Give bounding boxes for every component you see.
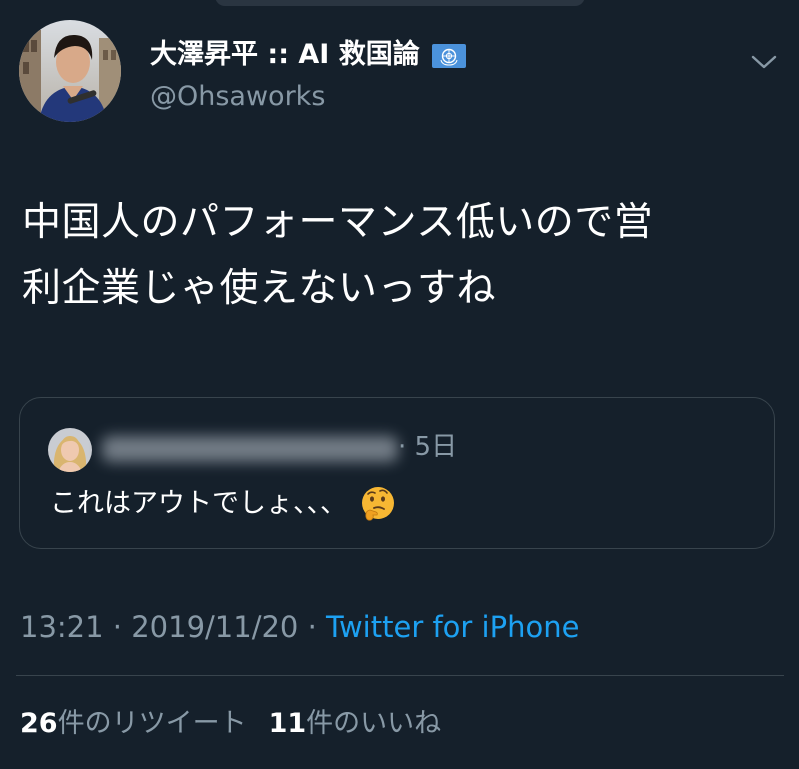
retweets-count: 26 <box>20 708 58 739</box>
meta-separator: · <box>103 610 132 644</box>
meta-separator: · <box>298 610 327 644</box>
quoted-tweet-text: これはアウトでしょ、、、 <box>50 484 397 524</box>
retweets-stat[interactable]: 26件のリツイート <box>20 708 247 739</box>
tweet-stats: 26件のリツイート 11件のいいね <box>20 706 441 742</box>
united-nations-flag-icon <box>431 43 466 68</box>
quoted-tweet-text-content: これはアウトでしょ、、、 <box>50 488 347 519</box>
author-avatar[interactable] <box>19 20 121 122</box>
likes-stat[interactable]: 11件のいいね <box>269 708 442 739</box>
chevron-down-icon[interactable] <box>749 52 779 72</box>
tweet-source-link[interactable]: Twitter for iPhone <box>326 610 579 644</box>
tweet-text-line-1: 中国人のパフォーマンス低いので営 <box>22 200 654 245</box>
thinking-face-emoji-icon <box>359 485 397 523</box>
likes-label: 件のいいね <box>306 708 442 739</box>
tweet-date: 2019/11/20 <box>131 610 299 644</box>
quoted-author-avatar[interactable] <box>48 428 92 472</box>
tweet-text: 中国人のパフォーマンス低いので営 利企業じゃ使えないっすね <box>22 190 782 322</box>
tweet-metadata: 13:21 · 2019/11/20 · Twitter for iPhone <box>20 609 579 645</box>
divider <box>16 675 784 676</box>
tweet-detail: 大澤昇平 :: AI 救国論 @Ohsaworks 中国人のパフォーマンス低いの… <box>0 0 799 769</box>
author-handle[interactable]: @Ohsaworks <box>150 80 325 114</box>
quoted-author-name-redacted <box>102 436 398 462</box>
quoted-tweet-time: · 5日 <box>398 432 458 462</box>
author-name-text: 大澤昇平 :: AI 救国論 <box>150 39 420 70</box>
tweet-time: 13:21 <box>20 610 104 644</box>
likes-count: 11 <box>268 708 307 739</box>
tweet-text-line-2: 利企業じゃ使えないっすね <box>22 266 497 311</box>
retweets-label: 件のリツイート <box>57 708 247 739</box>
author-display-name[interactable]: 大澤昇平 :: AI 救国論 <box>150 38 466 72</box>
quoted-tweet-card[interactable]: · 5日 これはアウトでしょ、、、 <box>19 397 775 549</box>
